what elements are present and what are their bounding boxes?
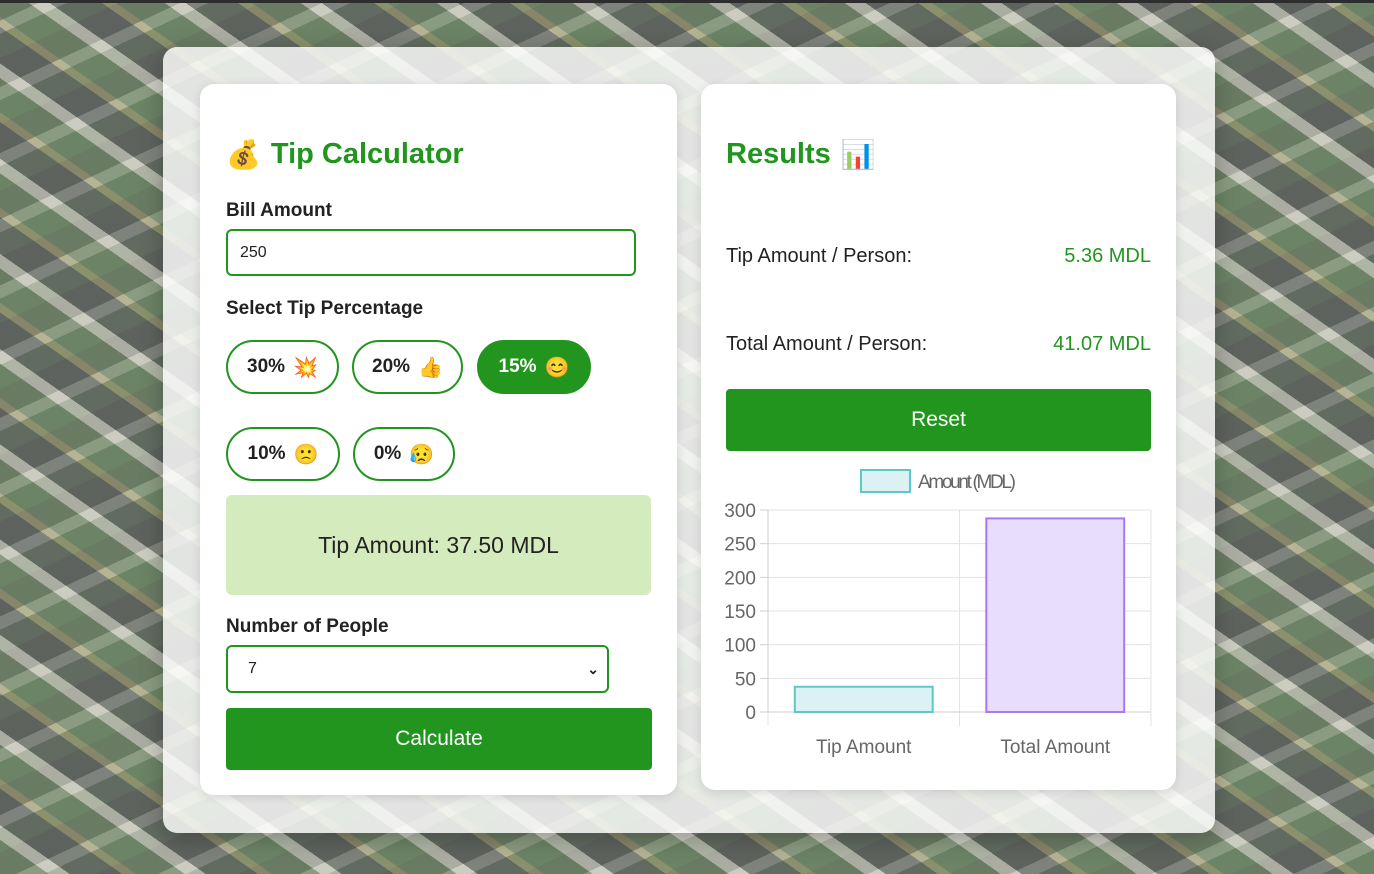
legend-label: Amount (MDL): [918, 472, 1016, 493]
y-tick-label: 300: [724, 501, 756, 522]
tip-option-20[interactable]: 20% 👍: [352, 340, 463, 394]
bar-tip-amount: [793, 685, 934, 713]
y-tick-label: 100: [724, 636, 756, 657]
reset-button[interactable]: Reset: [726, 389, 1151, 451]
y-tick-label: 250: [724, 535, 756, 556]
y-tick-label: 150: [724, 602, 756, 623]
number-of-people-label: Number of People: [226, 616, 389, 637]
tip-option-10[interactable]: 10% 🙁: [226, 427, 340, 481]
calculate-button[interactable]: Calculate: [226, 708, 652, 770]
y-tick-label: 50: [735, 669, 756, 690]
amount-bar-chart: Amount (MDL) 0 50 100 150 200 250 300 Tip Amount…: [724, 469, 1152, 758]
calculator-title-text: Tip Calculator: [270, 138, 464, 170]
bill-amount-label: Bill Amount: [226, 200, 332, 221]
chevron-down-icon: ⌄: [587, 660, 599, 677]
number-of-people-select[interactable]: 7 ⌄: [226, 645, 609, 693]
tip-option-label: 20%: [372, 356, 411, 377]
sad-face-icon: 😥: [409, 443, 435, 466]
window-top-border: [0, 0, 1374, 3]
bill-amount-input[interactable]: [226, 229, 636, 276]
thumbs-up-icon: 👍: [418, 356, 443, 379]
tip-option-label: 10%: [247, 443, 286, 464]
x-tick-label: Total Amount: [1000, 737, 1111, 758]
explosion-icon: 💥: [293, 356, 318, 379]
tip-option-15[interactable]: 15% 😊: [477, 340, 591, 394]
frowning-face-icon: 🙁: [293, 443, 319, 466]
bar-chart-icon: 📊: [840, 138, 876, 170]
smiling-face-icon: 😊: [544, 356, 570, 379]
legend-swatch: [860, 469, 911, 493]
tip-option-label: 0%: [373, 443, 402, 464]
y-tick-label: 0: [745, 703, 756, 724]
results-title-text: Results: [726, 138, 831, 170]
results-title: Results 📊: [726, 138, 876, 171]
x-tick-label: Tip Amount: [816, 737, 912, 758]
tip-option-0[interactable]: 0% 😥: [353, 427, 455, 481]
total-per-person-row: Total Amount / Person: 41.07 MDL: [726, 333, 1151, 356]
tip-percentage-label: Select Tip Percentage: [226, 298, 424, 319]
tip-option-label: 30%: [247, 356, 286, 377]
total-per-person-label: Total Amount / Person:: [726, 333, 928, 355]
money-bag-icon: 💰: [226, 138, 261, 170]
y-tick-label: 200: [724, 568, 756, 589]
tip-per-person-value: 5.36 MDL: [1064, 245, 1151, 267]
tip-option-label: 15%: [498, 356, 537, 377]
bar-total-amount: [985, 517, 1126, 713]
tip-option-30[interactable]: 30% 💥: [226, 340, 339, 394]
number-of-people-value: 7: [248, 660, 257, 677]
tip-per-person-label: Tip Amount / Person:: [726, 245, 913, 267]
tip-per-person-row: Tip Amount / Person: 5.36 MDL: [726, 245, 1151, 268]
total-per-person-value: 41.07 MDL: [1053, 333, 1151, 355]
tip-amount-display: Tip Amount: 37.50 MDL: [226, 495, 651, 595]
calculator-title: 💰 Tip Calculator: [226, 138, 464, 171]
